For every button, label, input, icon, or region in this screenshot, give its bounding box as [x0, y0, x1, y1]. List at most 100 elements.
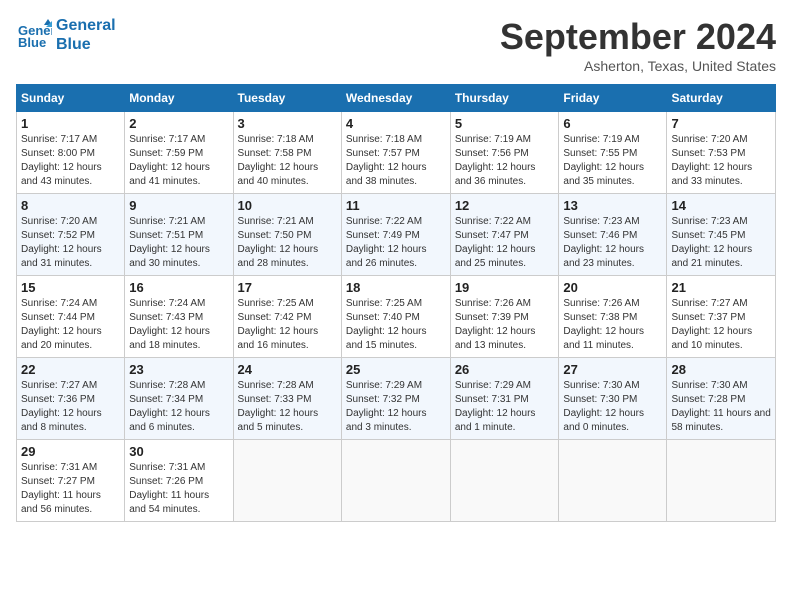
calendar-cell: 4 Sunrise: 7:18 AM Sunset: 7:57 PM Dayli…: [341, 112, 450, 194]
day-info: Sunrise: 7:18 AM Sunset: 7:58 PM Dayligh…: [238, 133, 337, 189]
day-number: 8: [21, 198, 120, 213]
day-number: 22: [21, 362, 120, 377]
calendar-cell: 3 Sunrise: 7:18 AM Sunset: 7:58 PM Dayli…: [233, 112, 341, 194]
calendar-cell: 11 Sunrise: 7:22 AM Sunset: 7:49 PM Dayl…: [341, 194, 450, 276]
day-info: Sunrise: 7:18 AM Sunset: 7:57 PM Dayligh…: [346, 133, 446, 189]
day-info: Sunrise: 7:26 AM Sunset: 7:39 PM Dayligh…: [455, 297, 555, 353]
day-info: Sunrise: 7:26 AM Sunset: 7:38 PM Dayligh…: [563, 297, 662, 353]
day-number: 5: [455, 116, 555, 131]
day-info: Sunrise: 7:20 AM Sunset: 7:52 PM Dayligh…: [21, 215, 120, 271]
calendar-week-row: 8 Sunrise: 7:20 AM Sunset: 7:52 PM Dayli…: [17, 194, 776, 276]
calendar-header-row: SundayMondayTuesdayWednesdayThursdayFrid…: [17, 85, 776, 112]
column-header-saturday: Saturday: [667, 85, 776, 112]
day-number: 9: [129, 198, 228, 213]
day-info: Sunrise: 7:24 AM Sunset: 7:44 PM Dayligh…: [21, 297, 120, 353]
day-info: Sunrise: 7:22 AM Sunset: 7:47 PM Dayligh…: [455, 215, 555, 271]
day-info: Sunrise: 7:22 AM Sunset: 7:49 PM Dayligh…: [346, 215, 446, 271]
calendar-cell: 6 Sunrise: 7:19 AM Sunset: 7:55 PM Dayli…: [559, 112, 667, 194]
day-number: 21: [671, 280, 771, 295]
calendar-cell: 8 Sunrise: 7:20 AM Sunset: 7:52 PM Dayli…: [17, 194, 125, 276]
calendar-cell: 13 Sunrise: 7:23 AM Sunset: 7:46 PM Dayl…: [559, 194, 667, 276]
day-number: 28: [671, 362, 771, 377]
day-info: Sunrise: 7:21 AM Sunset: 7:50 PM Dayligh…: [238, 215, 337, 271]
day-info: Sunrise: 7:19 AM Sunset: 7:55 PM Dayligh…: [563, 133, 662, 189]
calendar-cell: 9 Sunrise: 7:21 AM Sunset: 7:51 PM Dayli…: [125, 194, 233, 276]
day-number: 26: [455, 362, 555, 377]
day-number: 18: [346, 280, 446, 295]
day-number: 24: [238, 362, 337, 377]
day-number: 2: [129, 116, 228, 131]
calendar-cell: 20 Sunrise: 7:26 AM Sunset: 7:38 PM Dayl…: [559, 276, 667, 358]
calendar-week-row: 22 Sunrise: 7:27 AM Sunset: 7:36 PM Dayl…: [17, 358, 776, 440]
day-info: Sunrise: 7:21 AM Sunset: 7:51 PM Dayligh…: [129, 215, 228, 271]
day-info: Sunrise: 7:24 AM Sunset: 7:43 PM Dayligh…: [129, 297, 228, 353]
page-header: General Blue General Blue September 2024…: [16, 16, 776, 74]
logo-icon: General Blue: [16, 17, 52, 53]
calendar-cell: 24 Sunrise: 7:28 AM Sunset: 7:33 PM Dayl…: [233, 358, 341, 440]
day-number: 1: [21, 116, 120, 131]
calendar-cell: [233, 440, 341, 522]
calendar-week-row: 1 Sunrise: 7:17 AM Sunset: 8:00 PM Dayli…: [17, 112, 776, 194]
day-number: 3: [238, 116, 337, 131]
day-info: Sunrise: 7:31 AM Sunset: 7:26 PM Dayligh…: [129, 461, 228, 517]
location-subtitle: Asherton, Texas, United States: [500, 58, 776, 74]
day-info: Sunrise: 7:17 AM Sunset: 8:00 PM Dayligh…: [21, 133, 120, 189]
day-number: 4: [346, 116, 446, 131]
calendar-cell: 23 Sunrise: 7:28 AM Sunset: 7:34 PM Dayl…: [125, 358, 233, 440]
day-number: 25: [346, 362, 446, 377]
column-header-tuesday: Tuesday: [233, 85, 341, 112]
day-info: Sunrise: 7:19 AM Sunset: 7:56 PM Dayligh…: [455, 133, 555, 189]
calendar-cell: [450, 440, 559, 522]
column-header-monday: Monday: [125, 85, 233, 112]
day-number: 6: [563, 116, 662, 131]
calendar-cell: 22 Sunrise: 7:27 AM Sunset: 7:36 PM Dayl…: [17, 358, 125, 440]
day-number: 27: [563, 362, 662, 377]
day-number: 20: [563, 280, 662, 295]
calendar-cell: 7 Sunrise: 7:20 AM Sunset: 7:53 PM Dayli…: [667, 112, 776, 194]
calendar-cell: 29 Sunrise: 7:31 AM Sunset: 7:27 PM Dayl…: [17, 440, 125, 522]
calendar-cell: 27 Sunrise: 7:30 AM Sunset: 7:30 PM Dayl…: [559, 358, 667, 440]
day-info: Sunrise: 7:23 AM Sunset: 7:46 PM Dayligh…: [563, 215, 662, 271]
day-number: 16: [129, 280, 228, 295]
calendar-cell: [559, 440, 667, 522]
day-number: 29: [21, 444, 120, 459]
calendar-cell: 15 Sunrise: 7:24 AM Sunset: 7:44 PM Dayl…: [17, 276, 125, 358]
calendar-cell: [667, 440, 776, 522]
day-info: Sunrise: 7:28 AM Sunset: 7:33 PM Dayligh…: [238, 379, 337, 435]
day-info: Sunrise: 7:25 AM Sunset: 7:40 PM Dayligh…: [346, 297, 446, 353]
day-number: 11: [346, 198, 446, 213]
day-info: Sunrise: 7:17 AM Sunset: 7:59 PM Dayligh…: [129, 133, 228, 189]
day-number: 10: [238, 198, 337, 213]
day-number: 30: [129, 444, 228, 459]
logo-text: General Blue: [56, 16, 116, 54]
column-header-wednesday: Wednesday: [341, 85, 450, 112]
calendar-cell: 12 Sunrise: 7:22 AM Sunset: 7:47 PM Dayl…: [450, 194, 559, 276]
column-header-thursday: Thursday: [450, 85, 559, 112]
svg-text:Blue: Blue: [18, 35, 46, 50]
day-number: 7: [671, 116, 771, 131]
calendar-cell: [341, 440, 450, 522]
day-info: Sunrise: 7:30 AM Sunset: 7:28 PM Dayligh…: [671, 379, 771, 435]
day-info: Sunrise: 7:30 AM Sunset: 7:30 PM Dayligh…: [563, 379, 662, 435]
calendar-week-row: 29 Sunrise: 7:31 AM Sunset: 7:27 PM Dayl…: [17, 440, 776, 522]
day-info: Sunrise: 7:29 AM Sunset: 7:31 PM Dayligh…: [455, 379, 555, 435]
day-number: 15: [21, 280, 120, 295]
calendar-cell: 19 Sunrise: 7:26 AM Sunset: 7:39 PM Dayl…: [450, 276, 559, 358]
day-info: Sunrise: 7:20 AM Sunset: 7:53 PM Dayligh…: [671, 133, 771, 189]
calendar-week-row: 15 Sunrise: 7:24 AM Sunset: 7:44 PM Dayl…: [17, 276, 776, 358]
calendar-cell: 5 Sunrise: 7:19 AM Sunset: 7:56 PM Dayli…: [450, 112, 559, 194]
calendar-cell: 17 Sunrise: 7:25 AM Sunset: 7:42 PM Dayl…: [233, 276, 341, 358]
day-number: 13: [563, 198, 662, 213]
month-year-title: September 2024: [500, 16, 776, 58]
day-info: Sunrise: 7:29 AM Sunset: 7:32 PM Dayligh…: [346, 379, 446, 435]
calendar-cell: 26 Sunrise: 7:29 AM Sunset: 7:31 PM Dayl…: [450, 358, 559, 440]
calendar-cell: 28 Sunrise: 7:30 AM Sunset: 7:28 PM Dayl…: [667, 358, 776, 440]
calendar-cell: 21 Sunrise: 7:27 AM Sunset: 7:37 PM Dayl…: [667, 276, 776, 358]
column-header-friday: Friday: [559, 85, 667, 112]
title-block: September 2024 Asherton, Texas, United S…: [500, 16, 776, 74]
calendar-cell: 14 Sunrise: 7:23 AM Sunset: 7:45 PM Dayl…: [667, 194, 776, 276]
day-info: Sunrise: 7:27 AM Sunset: 7:36 PM Dayligh…: [21, 379, 120, 435]
day-info: Sunrise: 7:23 AM Sunset: 7:45 PM Dayligh…: [671, 215, 771, 271]
day-info: Sunrise: 7:25 AM Sunset: 7:42 PM Dayligh…: [238, 297, 337, 353]
day-number: 14: [671, 198, 771, 213]
